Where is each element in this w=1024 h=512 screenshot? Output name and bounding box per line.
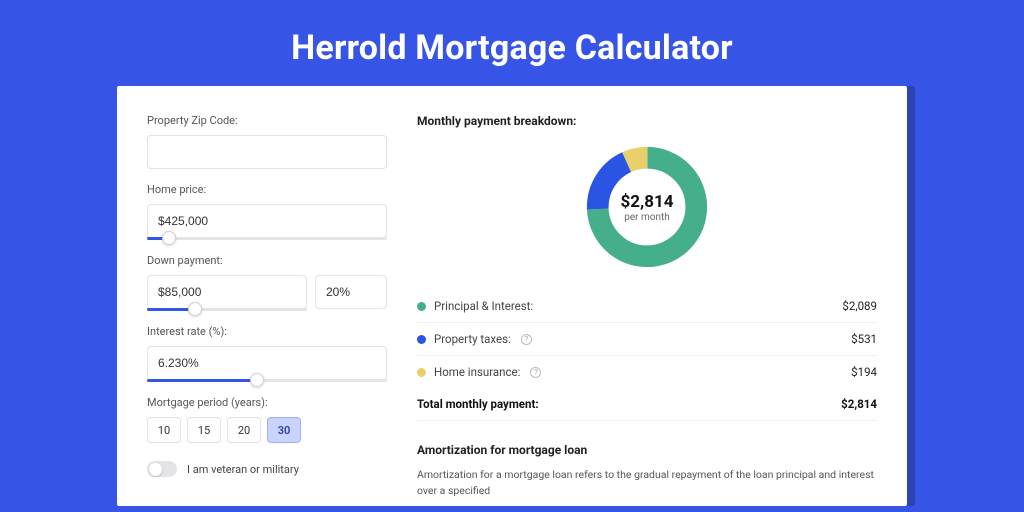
interest-input[interactable] bbox=[147, 346, 387, 380]
interest-label: Interest rate (%): bbox=[147, 325, 387, 338]
down-payment-pct-input[interactable] bbox=[315, 275, 387, 309]
legend-value: $531 bbox=[851, 332, 877, 346]
legend-row: Home insurance:? $194 bbox=[417, 356, 877, 388]
zip-label: Property Zip Code: bbox=[147, 114, 387, 127]
form-panel: Property Zip Code: Home price: Down paym… bbox=[147, 114, 387, 506]
veteran-label: I am veteran or military bbox=[187, 463, 299, 476]
period-label: Mortgage period (years): bbox=[147, 396, 387, 409]
legend-value: $2,089 bbox=[842, 299, 877, 313]
slider-thumb[interactable] bbox=[250, 373, 264, 387]
legend-value: $194 bbox=[851, 365, 877, 379]
home-price-block: Home price: bbox=[147, 183, 387, 240]
zip-field-block: Property Zip Code: bbox=[147, 114, 387, 169]
total-label: Total monthly payment: bbox=[417, 397, 539, 411]
veteran-row: I am veteran or military bbox=[147, 461, 387, 477]
legend-dot bbox=[417, 302, 426, 311]
period-option-20[interactable]: 20 bbox=[227, 417, 261, 443]
legend-total-row: Total monthly payment: $2,814 bbox=[417, 388, 877, 421]
donut-center: $2,814 per month bbox=[582, 142, 712, 272]
amortization-body: Amortization for a mortgage loan refers … bbox=[417, 467, 877, 499]
info-icon[interactable]: ? bbox=[521, 334, 532, 345]
total-value: $2,814 bbox=[841, 397, 877, 411]
home-price-label: Home price: bbox=[147, 183, 387, 196]
down-payment-block: Down payment: bbox=[147, 254, 387, 311]
donut-amount: $2,814 bbox=[621, 192, 674, 212]
legend-dot bbox=[417, 368, 426, 377]
amortization-title: Amortization for mortgage loan bbox=[417, 443, 877, 457]
donut-wrap: $2,814 per month bbox=[417, 142, 877, 272]
home-price-input[interactable] bbox=[147, 204, 387, 238]
calculator-card: Property Zip Code: Home price: Down paym… bbox=[117, 86, 907, 506]
legend-label: Property taxes: bbox=[434, 332, 511, 346]
legend-label: Principal & Interest: bbox=[434, 299, 533, 313]
slider-thumb[interactable] bbox=[188, 302, 202, 316]
period-option-15[interactable]: 15 bbox=[187, 417, 221, 443]
info-icon[interactable]: ? bbox=[530, 367, 541, 378]
down-payment-slider[interactable] bbox=[147, 308, 307, 311]
period-option-10[interactable]: 10 bbox=[147, 417, 181, 443]
legend-label: Home insurance: bbox=[434, 365, 520, 379]
donut-sub: per month bbox=[624, 212, 670, 223]
slider-thumb[interactable] bbox=[162, 231, 176, 245]
breakdown-title: Monthly payment breakdown: bbox=[417, 114, 877, 128]
toggle-knob bbox=[149, 463, 162, 476]
breakdown-panel: Monthly payment breakdown: $2,814 per mo… bbox=[417, 114, 877, 506]
interest-block: Interest rate (%): bbox=[147, 325, 387, 382]
legend-dot bbox=[417, 335, 426, 344]
zip-input[interactable] bbox=[147, 135, 387, 169]
down-payment-label: Down payment: bbox=[147, 254, 387, 267]
legend: Principal & Interest: $2,089 Property taxe… bbox=[417, 290, 877, 388]
legend-row: Principal & Interest: $2,089 bbox=[417, 290, 877, 323]
page-title: Herrold Mortgage Calculator bbox=[0, 0, 1024, 86]
down-payment-input[interactable] bbox=[147, 275, 307, 309]
interest-slider[interactable] bbox=[147, 379, 387, 382]
home-price-slider[interactable] bbox=[147, 237, 387, 240]
period-block: Mortgage period (years): 10152030 bbox=[147, 396, 387, 443]
period-option-30[interactable]: 30 bbox=[267, 417, 301, 443]
legend-row: Property taxes:? $531 bbox=[417, 323, 877, 356]
payment-donut-chart: $2,814 per month bbox=[582, 142, 712, 272]
veteran-toggle[interactable] bbox=[147, 461, 177, 477]
